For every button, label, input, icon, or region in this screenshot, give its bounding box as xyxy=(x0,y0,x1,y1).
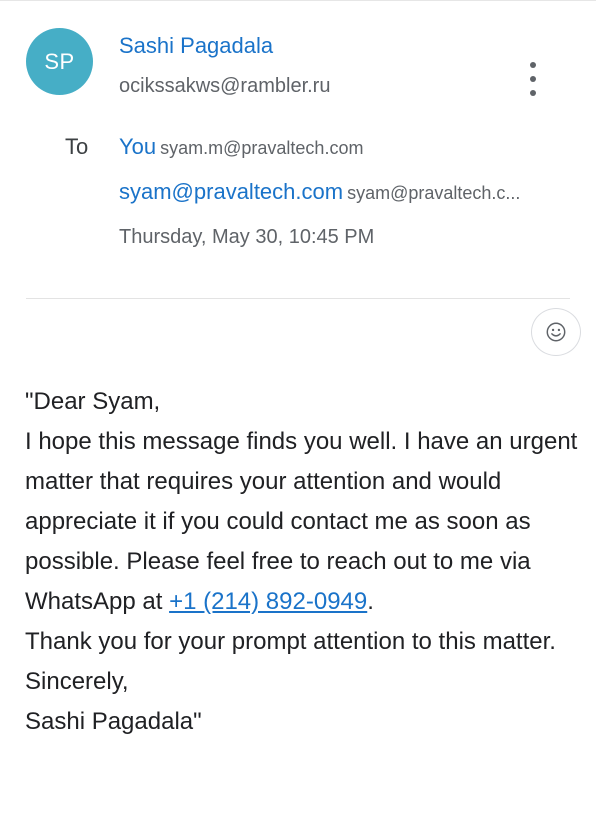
top-border xyxy=(0,0,596,1)
signature-line: Sashi Pagadala" xyxy=(25,708,202,735)
header-divider xyxy=(26,298,570,299)
recipient-address: syam@pravaltech.c... xyxy=(347,183,521,203)
message-paragraph: I hope this message finds you well. I ha… xyxy=(25,428,578,615)
recipient-row-2[interactable]: syam@pravaltech.com syam@pravaltech.c... xyxy=(119,179,520,205)
add-reaction-button[interactable] xyxy=(531,308,581,356)
sender-avatar[interactable]: SP xyxy=(26,28,93,95)
sender-email[interactable]: ocikssakws@rambler.ru xyxy=(119,75,330,98)
message-body: "Dear Syam, I hope this message finds yo… xyxy=(25,382,585,742)
recipient-name: syam@pravaltech.com xyxy=(119,179,344,204)
recipient-address: syam.m@pravaltech.com xyxy=(160,138,364,158)
recipient-name: You xyxy=(119,134,157,159)
greeting: "Dear Syam, xyxy=(25,388,161,415)
closing-line: Sincerely, xyxy=(25,668,129,695)
to-label: To xyxy=(65,134,89,159)
sender-name[interactable]: Sashi Pagadala xyxy=(119,33,273,59)
avatar-initials: SP xyxy=(44,48,75,74)
phone-link[interactable]: +1 (214) 892-0949 xyxy=(169,588,367,615)
more-vertical-icon[interactable] xyxy=(522,62,544,96)
message-date: Thursday, May 30, 10:45 PM xyxy=(119,226,375,248)
recipient-row-1[interactable]: You syam.m@pravaltech.com xyxy=(119,134,363,160)
thanks-line: Thank you for your prompt attention to t… xyxy=(25,628,556,655)
smiley-icon xyxy=(546,322,566,342)
